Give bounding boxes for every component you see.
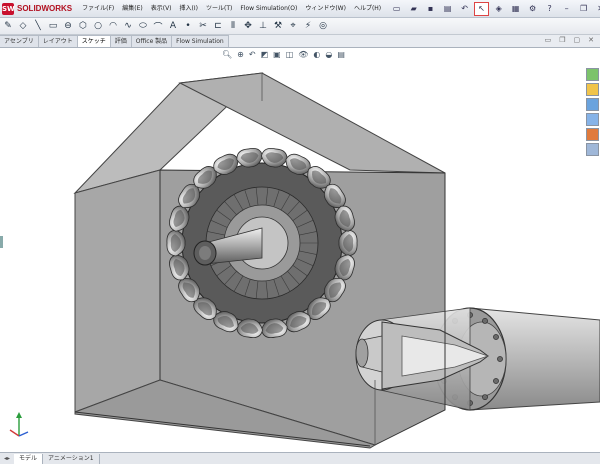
resources-icon[interactable] bbox=[586, 68, 599, 81]
text-icon[interactable]: A bbox=[167, 21, 179, 31]
view-orientation-icon[interactable]: ▣ bbox=[273, 50, 281, 59]
rapid-sketch-icon[interactable]: ⚡ bbox=[302, 21, 314, 31]
previous-view-icon[interactable]: ↶ bbox=[249, 50, 256, 59]
smart-dimension-icon[interactable]: ◇ bbox=[17, 21, 29, 31]
options-icon[interactable]: ⚙ bbox=[525, 2, 540, 16]
mirror-icon[interactable]: ⫴ bbox=[227, 21, 239, 31]
menu-insert[interactable]: 挿入(I) bbox=[176, 0, 202, 17]
menu-help[interactable]: ヘルプ(H) bbox=[350, 0, 385, 17]
relations-icon[interactable]: ⊥ bbox=[257, 21, 269, 31]
quick-snaps-icon[interactable]: ⌖ bbox=[287, 21, 299, 31]
sketch-icon[interactable]: ✎ bbox=[2, 21, 14, 31]
feature-manager-collapse-handle[interactable] bbox=[0, 236, 3, 248]
new-document-icon[interactable]: ▭ bbox=[389, 2, 404, 16]
rebuild-icon[interactable]: ◈ bbox=[491, 2, 506, 16]
menu-view[interactable]: 表示(V) bbox=[147, 0, 176, 17]
polygon-icon[interactable]: ⬡ bbox=[77, 21, 89, 31]
command-manager-tabs: アセンブリ レイアウト スケッチ 評価 Office 製品 Flow Simul… bbox=[0, 35, 600, 48]
offset-icon[interactable]: ⊏ bbox=[212, 21, 224, 31]
document-restore-icon[interactable]: ❐ bbox=[559, 36, 565, 44]
heads-up-view-toolbar: 🔍︎ ⊕ ↶ ◩ ▣ ◫ 👁︎ ◐ ◒ ▤ bbox=[222, 48, 345, 60]
zoom-area-icon[interactable]: ⊕ bbox=[237, 50, 244, 59]
solidworks-logo[interactable]: SW SOLIDWORKS bbox=[0, 0, 78, 17]
quick-access-toolbar: ▭ ▰ ▪ ▤ ↶ ↖ ◈ ▦ ⚙ ? – ❐ ✕ bbox=[389, 1, 600, 16]
menu-edit[interactable]: 編集(E) bbox=[118, 0, 146, 17]
flange-bolt bbox=[482, 394, 488, 400]
appearances-icon[interactable] bbox=[586, 128, 599, 141]
hide-show-icon[interactable]: 👁︎ bbox=[298, 50, 308, 59]
model-tabs-bar: ◂▸ モデル アニメーション1 bbox=[0, 452, 600, 464]
instant-2d-icon[interactable]: ◎ bbox=[317, 21, 329, 31]
model-render bbox=[73, 72, 600, 449]
tab-office-products[interactable]: Office 製品 bbox=[130, 35, 173, 47]
ellipse-icon[interactable]: ⬭ bbox=[137, 21, 149, 31]
slot-icon[interactable]: ⊖ bbox=[62, 21, 74, 31]
file-properties-icon[interactable]: ▦ bbox=[508, 2, 523, 16]
rectangle-icon[interactable]: ▭ bbox=[47, 21, 59, 31]
undo-icon[interactable]: ↶ bbox=[457, 2, 472, 16]
document-minimize-icon[interactable]: ▭ bbox=[545, 36, 552, 44]
document-close-icon[interactable]: ✕ bbox=[588, 36, 594, 44]
tab-animation1[interactable]: アニメーション1 bbox=[43, 453, 100, 464]
minimize-window-icon[interactable]: – bbox=[559, 2, 574, 16]
title-bar: SW SOLIDWORKS ファイル(F) 編集(E) 表示(V) 挿入(I) … bbox=[0, 0, 600, 18]
document-window-controls: ▭ ❐ ▢ ✕ bbox=[545, 36, 594, 44]
restore-window-icon[interactable]: ❐ bbox=[576, 2, 591, 16]
tab-scroll-arrows-icon[interactable]: ◂▸ bbox=[0, 455, 14, 462]
zoom-fit-icon[interactable]: 🔍︎ bbox=[222, 50, 232, 59]
tab-layout[interactable]: レイアウト bbox=[37, 35, 78, 47]
task-pane-tabs bbox=[586, 68, 599, 156]
save-icon[interactable]: ▪ bbox=[423, 2, 438, 16]
arc-icon[interactable]: ◠ bbox=[107, 21, 119, 31]
custom-properties-icon[interactable] bbox=[586, 143, 599, 156]
line-icon[interactable]: ╲ bbox=[32, 21, 44, 31]
menu-bar: ファイル(F) 編集(E) 表示(V) 挿入(I) ツール(T) Flow Si… bbox=[78, 0, 385, 17]
open-folder-icon[interactable]: ▰ bbox=[406, 2, 421, 16]
reference-triad bbox=[9, 412, 29, 437]
circle-icon[interactable]: ○ bbox=[92, 21, 104, 31]
flange-bolt bbox=[493, 334, 499, 340]
point-icon[interactable]: • bbox=[182, 21, 194, 31]
design-library-icon[interactable] bbox=[586, 83, 599, 96]
menu-file[interactable]: ファイル(F) bbox=[78, 0, 118, 17]
view-palette-icon[interactable] bbox=[586, 113, 599, 126]
sketch-toolbar: ✎ ◇ ╲ ▭ ⊖ ⬡ ○ ◠ ∿ ⬭ ⌒ A • ✂ ⊏ ⫴ ✥ ⊥ ⚒ ⌖ … bbox=[0, 18, 600, 35]
flange-bolt bbox=[482, 317, 488, 324]
fillet-icon[interactable]: ⌒ bbox=[152, 20, 164, 33]
tab-assembly[interactable]: アセンブリ bbox=[0, 35, 39, 47]
app-name: SOLIDWORKS bbox=[17, 4, 73, 13]
file-explorer-icon[interactable] bbox=[586, 98, 599, 111]
select-icon[interactable]: ↖ bbox=[474, 1, 490, 16]
housing-side-panel bbox=[74, 169, 161, 413]
section-view-icon[interactable]: ◩ bbox=[261, 50, 269, 59]
tab-sketch[interactable]: スケッチ bbox=[76, 35, 111, 47]
move-icon[interactable]: ✥ bbox=[242, 21, 254, 31]
print-icon[interactable]: ▤ bbox=[440, 2, 455, 16]
tab-flow-simulation[interactable]: Flow Simulation bbox=[171, 35, 229, 47]
flange-bolt bbox=[497, 356, 503, 362]
spline-icon[interactable]: ∿ bbox=[122, 21, 134, 31]
close-window-icon[interactable]: ✕ bbox=[593, 2, 600, 16]
help-icon[interactable]: ? bbox=[542, 2, 557, 16]
repair-icon[interactable]: ⚒ bbox=[272, 21, 284, 31]
menu-flow-simulation[interactable]: Flow Simulation(O) bbox=[236, 0, 301, 17]
menu-tools[interactable]: ツール(T) bbox=[202, 0, 236, 17]
document-maximize-icon[interactable]: ▢ bbox=[574, 36, 581, 44]
menu-window[interactable]: ウィンドウ(W) bbox=[301, 0, 350, 17]
display-style-icon[interactable]: ◫ bbox=[286, 50, 294, 59]
graphics-area[interactable] bbox=[0, 48, 600, 452]
view-settings-icon[interactable]: ▤ bbox=[337, 50, 345, 59]
apply-scene-icon[interactable]: ◒ bbox=[325, 50, 332, 59]
solidworks-logo-icon: SW bbox=[2, 2, 15, 15]
flange-bolt bbox=[493, 378, 499, 384]
edit-appearance-icon[interactable]: ◐ bbox=[313, 50, 320, 59]
trim-icon[interactable]: ✂ bbox=[197, 21, 209, 31]
tab-evaluate[interactable]: 評価 bbox=[109, 35, 132, 47]
tab-model[interactable]: モデル bbox=[14, 453, 44, 464]
